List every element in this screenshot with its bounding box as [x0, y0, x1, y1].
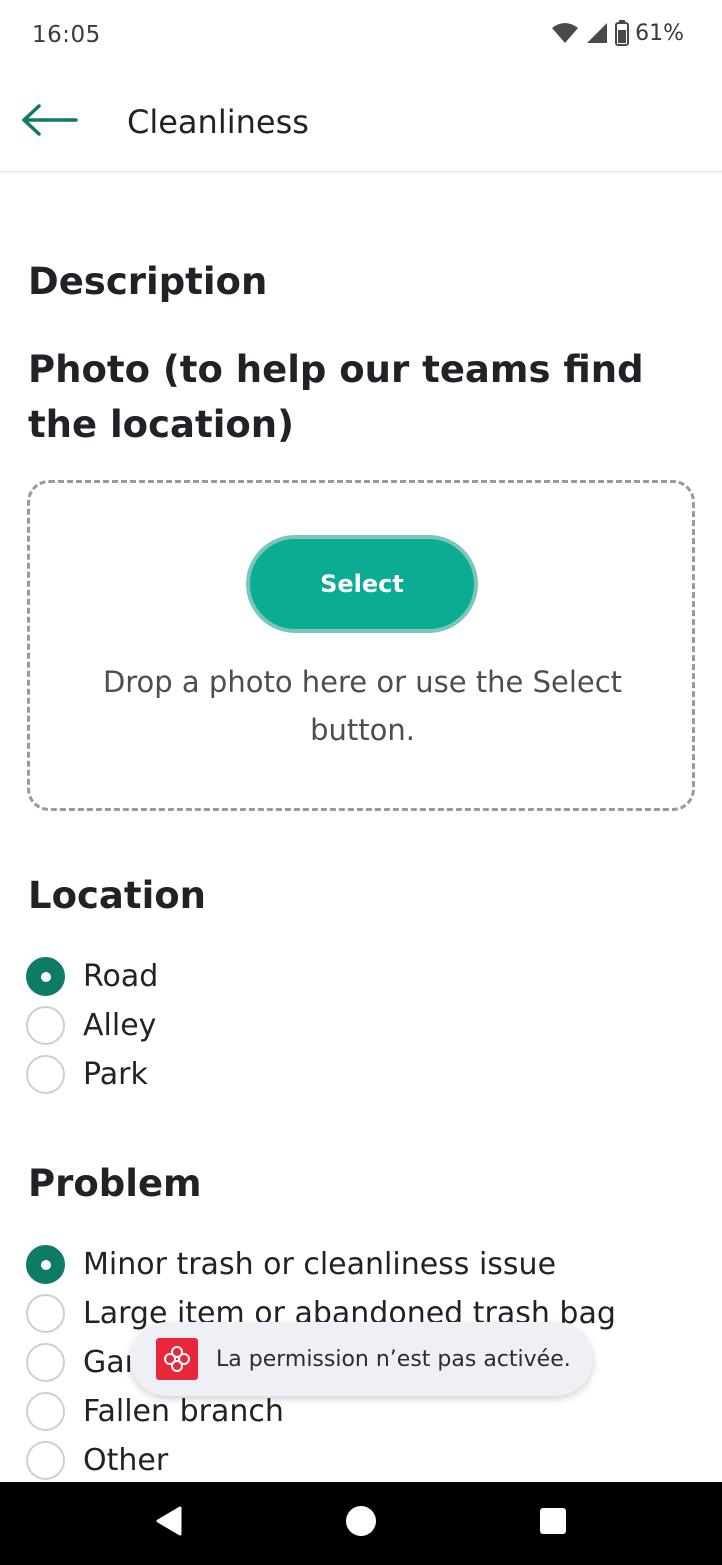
radio-label: Alley — [83, 1008, 157, 1043]
radio-label: Gar — [83, 1345, 137, 1380]
dropzone-hint: Drop a photo here or use the Select butt… — [102, 665, 623, 747]
location-radio-group: Road Alley Park — [26, 952, 158, 1099]
radio-label: Fallen branch — [83, 1394, 284, 1429]
location-option-road[interactable]: Road — [26, 952, 158, 1001]
battery-percent: 61% — [635, 20, 684, 46]
app-bar: Cleanliness — [0, 72, 722, 172]
montreal-logo-icon — [156, 1338, 198, 1380]
status-icons: 61% — [551, 20, 684, 46]
radio-button[interactable] — [26, 1441, 65, 1480]
wifi-icon — [551, 21, 579, 45]
problem-option-other[interactable]: Other — [26, 1436, 616, 1482]
description-heading: Description — [28, 260, 268, 303]
nav-recents-button[interactable] — [508, 1482, 598, 1565]
problem-heading: Problem — [28, 1162, 202, 1205]
nav-recents-icon — [539, 1507, 567, 1540]
nav-back-icon — [154, 1505, 184, 1542]
location-option-park[interactable]: Park — [26, 1050, 158, 1099]
problem-option-minor-trash[interactable]: Minor trash or cleanliness issue — [26, 1240, 616, 1289]
back-button[interactable] — [14, 98, 86, 146]
radio-label: Minor trash or cleanliness issue — [83, 1247, 557, 1282]
radio-button[interactable] — [26, 1055, 65, 1094]
radio-button[interactable] — [26, 1294, 65, 1333]
location-option-alley[interactable]: Alley — [26, 1001, 158, 1050]
radio-button[interactable] — [26, 1006, 65, 1045]
arrow-left-icon — [20, 103, 80, 142]
nav-home-icon — [345, 1505, 377, 1542]
photo-heading: Photo (to help our teams find the locati… — [28, 348, 644, 446]
cell-signal-icon — [585, 21, 609, 45]
location-heading: Location — [28, 874, 207, 917]
page-title: Cleanliness — [127, 103, 309, 141]
system-nav-bar — [0, 1482, 722, 1565]
select-photo-button[interactable]: Select — [246, 535, 478, 633]
status-time: 16:05 — [32, 22, 101, 48]
permission-toast: La permission n’est pas activée. — [130, 1322, 593, 1396]
radio-label: Park — [83, 1057, 148, 1092]
photo-dropzone[interactable]: Select Drop a photo here or use the Sele… — [27, 480, 695, 811]
form-content[interactable]: Description Photo (to help our teams fin… — [0, 172, 722, 1482]
radio-label: Other — [83, 1443, 169, 1478]
radio-button[interactable] — [26, 1245, 65, 1284]
status-bar: 16:05 61% — [0, 0, 722, 72]
nav-back-button[interactable] — [124, 1482, 214, 1565]
radio-label: Road — [83, 959, 159, 994]
radio-button[interactable] — [26, 957, 65, 996]
radio-button[interactable] — [26, 1343, 65, 1382]
nav-home-button[interactable] — [316, 1482, 406, 1565]
toast-message: La permission n’est pas activée. — [216, 1346, 571, 1372]
battery-icon — [615, 20, 630, 46]
radio-button[interactable] — [26, 1392, 65, 1431]
